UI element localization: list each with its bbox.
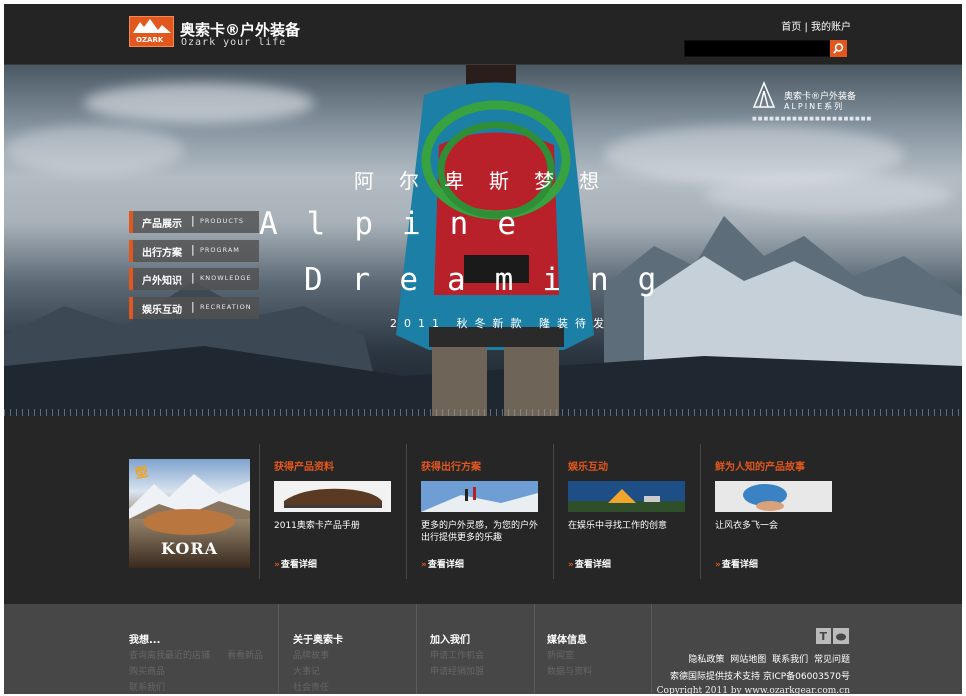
brand-slogan: Ozark your life bbox=[181, 37, 287, 48]
home-link[interactable]: 首页 bbox=[781, 22, 801, 33]
view-details-link[interactable]: »查看详细 bbox=[568, 557, 611, 570]
kora-face bbox=[143, 509, 235, 535]
menu-separator: | bbox=[191, 214, 195, 227]
logo-mark-text: OZARK bbox=[136, 36, 164, 44]
weibo-icon[interactable] bbox=[833, 628, 849, 644]
view-details-label: 查看详细 bbox=[574, 560, 611, 570]
promo-title[interactable]: 获得产品资料 bbox=[274, 458, 334, 473]
jacket-image[interactable] bbox=[715, 481, 832, 512]
footer-link[interactable]: 申请经销加盟 bbox=[430, 664, 484, 677]
cloud bbox=[84, 83, 314, 123]
menu-label-en: RECREATION bbox=[200, 303, 252, 311]
promo-text: 更多的户外灵感，为您的户外出行提供更多的乐趣 bbox=[421, 521, 539, 543]
promo-product-info: 获得产品资料 2011奥索卡产品手册 »查看详细 bbox=[259, 444, 407, 579]
footer-bottom-links[interactable]: 隐私政策 网站地图 联系我们 常见问题 bbox=[688, 652, 850, 665]
menu-label-en: PROGRAM bbox=[200, 246, 240, 254]
menu-label-cn: 产品展示 bbox=[142, 219, 182, 230]
series-dots: ■■■■■■■■■■■■■■■■■■■■■ bbox=[752, 116, 873, 122]
cloud bbox=[4, 125, 184, 175]
promo-text: 2011奥索卡产品手册 bbox=[274, 521, 360, 531]
view-details-link[interactable]: »查看详细 bbox=[274, 557, 317, 570]
kora-label: KORA bbox=[160, 539, 219, 558]
footer-link[interactable]: 申请工作机会 bbox=[430, 648, 484, 661]
series-name: ALPINE系列 bbox=[784, 102, 845, 111]
footer-link[interactable]: 社会责任 bbox=[293, 680, 329, 693]
kora-badge: 型 bbox=[133, 464, 150, 483]
footer-col-media: 媒体信息 新闻室 数据与资料 bbox=[534, 604, 651, 694]
hero-title-en-line1: Alpine bbox=[259, 206, 545, 242]
arrow-icon: » bbox=[715, 560, 721, 570]
tent-image[interactable] bbox=[568, 481, 685, 512]
promo-product-story: 鲜为人知的产品故事 让风衣多飞一会 »查看详细 bbox=[700, 444, 848, 579]
hero-title-cn: 阿尔卑斯梦想 bbox=[354, 169, 624, 193]
view-details-link[interactable]: »查看详细 bbox=[421, 557, 464, 570]
promo-text: 让风衣多飞一会 bbox=[715, 521, 779, 531]
menu-label-en: KNOWLEDGE bbox=[200, 274, 252, 282]
footer-heading: 我想... bbox=[129, 635, 161, 646]
footer-link[interactable]: 新闻室 bbox=[547, 648, 574, 661]
svg-text:T: T bbox=[820, 630, 828, 643]
promo-trip-plan: 获得出行方案 更多的户外灵感，为您的户外出行提供更多的乐趣 »查看详细 bbox=[406, 444, 554, 579]
tqq-icon[interactable]: T bbox=[816, 628, 831, 644]
menu-label-cn: 户外知识 bbox=[142, 276, 182, 287]
top-link-separator: | bbox=[801, 22, 811, 33]
menu-item-knowledge[interactable]: 户外知识 | KNOWLEDGE bbox=[129, 268, 259, 290]
menu-item-recreation[interactable]: 娱乐互动 | RECREATION bbox=[129, 297, 259, 319]
arrow-icon: » bbox=[421, 560, 427, 570]
menu-separator: | bbox=[191, 300, 195, 313]
view-details-label: 查看详细 bbox=[280, 560, 317, 570]
footer-link[interactable]: 联系我们 bbox=[129, 680, 165, 693]
view-details-label: 查看详细 bbox=[427, 560, 464, 570]
arrow-icon: » bbox=[568, 560, 574, 570]
footer-heading: 加入我们 bbox=[430, 635, 470, 646]
menu-label-cn: 出行方案 bbox=[142, 248, 182, 259]
search-icon bbox=[833, 43, 844, 54]
footer-divider bbox=[651, 604, 652, 694]
search-input[interactable] bbox=[684, 40, 830, 57]
footer-col-join: 加入我们 申请工作机会 申请经销加盟 bbox=[416, 604, 534, 694]
alpine-logo-icon bbox=[752, 81, 776, 108]
mountain-icon bbox=[133, 19, 171, 33]
footer-col-i-want: 我想... 查询离我最近的店铺 看看新品 购买商品 联系我们 bbox=[129, 604, 277, 694]
promo-title[interactable]: 鲜为人知的产品故事 bbox=[715, 458, 805, 473]
promo-title[interactable]: 获得出行方案 bbox=[421, 458, 481, 473]
menu-item-products[interactable]: 产品展示 | PRODUCTS bbox=[129, 211, 259, 233]
footer-link[interactable]: 购买商品 bbox=[129, 664, 165, 677]
promo-title[interactable]: 娱乐互动 bbox=[568, 458, 608, 473]
my-account-link[interactable]: 我的账户 bbox=[811, 22, 851, 33]
footer-link[interactable]: 数据与资料 bbox=[547, 664, 592, 677]
view-details-label: 查看详细 bbox=[721, 560, 758, 570]
promo-entertainment: 娱乐互动 在娱乐中寻找工作的创意 »查看详细 bbox=[553, 444, 701, 579]
view-details-link[interactable]: »查看详细 bbox=[715, 557, 758, 570]
arrow-icon: » bbox=[274, 560, 280, 570]
menu-separator: | bbox=[191, 271, 195, 284]
ozark-logo[interactable]: OZARK bbox=[129, 16, 174, 47]
footer-support: 索德国际提供技术支持 京ICP备06003570号 bbox=[669, 672, 850, 682]
footer-link[interactable]: 查询离我最近的店铺 bbox=[129, 648, 210, 661]
ruler-strip bbox=[4, 409, 962, 416]
social-icons: T bbox=[816, 628, 849, 644]
site-header: OZARK 奥索卡®户外装备 Ozark your life 首页 | 我的账户 bbox=[4, 4, 962, 65]
menu-separator: | bbox=[191, 243, 195, 256]
footer-link[interactable]: 看看新品 bbox=[227, 648, 263, 661]
footer-heading: 媒体信息 bbox=[547, 635, 587, 646]
hikers-image[interactable] bbox=[421, 481, 538, 512]
search-button[interactable] bbox=[830, 40, 847, 57]
footer-copyright: Copyright 2011 by www.ozarkgear.com.cn bbox=[656, 686, 850, 694]
page-frame: OZARK 奥索卡®户外装备 Ozark your life 首页 | 我的账户 bbox=[4, 4, 962, 694]
hero-title-en-line2: Dreaming bbox=[304, 262, 686, 298]
menu-item-program[interactable]: 出行方案 | PROGRAM bbox=[129, 240, 259, 262]
menu-label-en: PRODUCTS bbox=[200, 217, 244, 225]
top-links: 首页 | 我的账户 bbox=[781, 18, 851, 33]
footer-link[interactable]: 品牌故事 bbox=[293, 648, 329, 661]
menu-label-cn: 娱乐互动 bbox=[142, 305, 182, 316]
kora-product-image[interactable]: 型 KORA bbox=[129, 459, 250, 568]
footer-col-about: 关于奥索卡 品牌故事 大事记 社会责任 bbox=[278, 604, 416, 694]
hero-tagline: 2011 秋冬新款 隆装待发 bbox=[390, 317, 611, 330]
promo-text: 在娱乐中寻找工作的创意 bbox=[568, 521, 668, 531]
footer-heading: 关于奥索卡 bbox=[293, 635, 343, 646]
footer-link[interactable]: 大事记 bbox=[293, 664, 320, 677]
shoe-image[interactable] bbox=[274, 481, 391, 512]
